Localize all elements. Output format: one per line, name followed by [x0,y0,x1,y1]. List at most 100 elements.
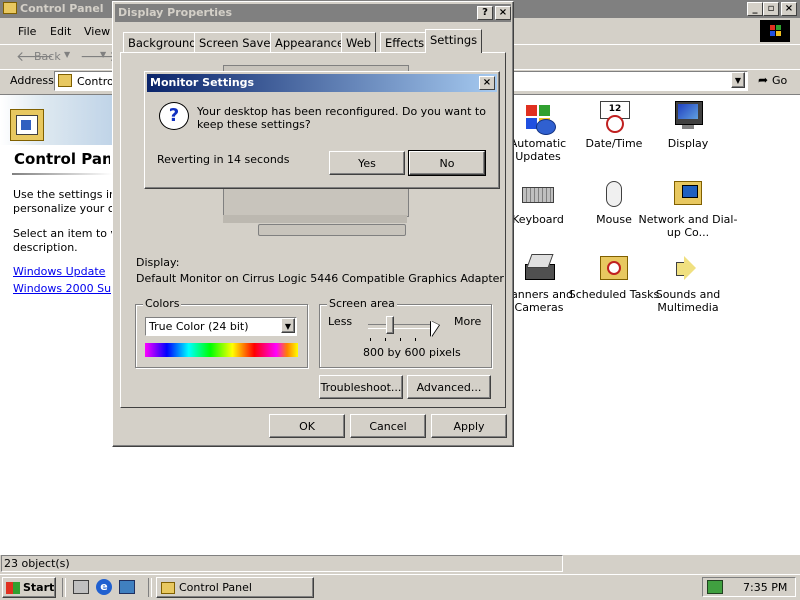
icon-label: Sounds and Multimedia [655,288,721,314]
status-bar: 23 object(s) [0,554,800,572]
control-panel-title: Control Panel [20,2,104,15]
tab-appearance[interactable]: Appearance [270,32,350,52]
maximize-button[interactable]: ▫ [763,2,779,16]
message-text: Your desktop has been reconfigured. Do y… [197,105,486,131]
help-button[interactable]: ? [477,6,493,20]
apply-button[interactable]: Apply [431,414,507,438]
monitor-stand [258,224,406,236]
forward-dropdown-icon[interactable]: ▼ [100,50,106,59]
question-icon: ? [159,102,189,130]
display-icon [672,101,704,133]
icon-label: canners and Cameras [505,288,573,314]
display-properties-title: Display Properties [118,6,233,19]
less-label: Less [328,315,353,328]
resolution-slider-thumb[interactable] [386,316,394,334]
windows-2000-support-link[interactable]: Windows 2000 Supp [13,282,125,295]
icon-label: Keyboard [512,213,564,226]
menu-view[interactable]: View [84,25,110,38]
icon-sounds-multimedia[interactable]: Sounds and Multimedia [638,252,738,314]
address-label: Address [10,74,54,87]
go-arrow-icon[interactable]: ➦ [758,73,768,87]
left-divider [12,173,112,175]
tab-background[interactable]: Background [123,32,202,52]
icon-label: Date/Time [585,137,643,150]
menu-file[interactable]: File [18,25,36,38]
monitor-settings-title: Monitor Settings [150,76,255,89]
system-tray: 7:35 PM [702,577,796,597]
quick-launch-separator [62,578,66,597]
taskbar-separator [148,578,152,597]
icon-label: Mouse [596,213,632,226]
minimize-button[interactable]: _ [747,2,763,16]
resolution-slider-track[interactable] [368,316,434,334]
scheduled-tasks-icon [598,252,630,284]
control-panel-task-icon [161,581,175,594]
task-label: Control Panel [179,581,252,594]
status-pane: 23 object(s) [1,555,563,572]
tab-settings[interactable]: Settings [425,29,483,53]
icon-label: Display [667,137,709,150]
panel-heading: Control Panel [14,150,110,168]
colors-label: Colors [143,297,182,310]
countdown-text: Reverting in 14 seconds [157,153,290,166]
clock[interactable]: 7:35 PM [743,581,787,594]
start-button[interactable]: Start [2,577,56,598]
scanner-icon [523,252,555,284]
no-button[interactable]: No [408,150,486,176]
monitor-settings-dialog: Monitor Settings × ? Your desktop has be… [144,71,500,189]
show-desktop-icon[interactable] [73,580,89,594]
display-label: Display: [136,256,180,269]
keyboard-icon [522,177,554,209]
tab-effects[interactable]: Effects [380,32,430,52]
advanced-button[interactable]: Advanced... [407,375,491,399]
icon-label: Automatic Updates [509,137,567,163]
colors-dropdown-button[interactable]: ▼ [281,318,295,333]
colors-select[interactable]: True Color (24 bit) ▼ [145,317,297,336]
display-properties-dialog: Display Properties ? × Background Screen… [112,1,514,447]
windows-flag-icon [6,581,20,594]
monitor-settings-titlebar[interactable]: Monitor Settings × [147,74,497,92]
screen-area-label: Screen area [327,297,397,310]
yes-button[interactable]: Yes [329,151,405,175]
menu-edit[interactable]: Edit [50,25,71,38]
taskbar-control-panel-button[interactable]: Control Panel [156,577,314,598]
back-dropdown-icon[interactable]: ▼ [64,50,70,59]
start-label: Start [23,581,55,594]
troubleshoot-button[interactable]: Troubleshoot... [319,375,403,399]
tab-screen-saver[interactable]: Screen Saver [194,32,281,52]
close-button[interactable]: × [781,2,797,16]
address-dropdown-button[interactable]: ▼ [731,72,745,88]
control-panel-small-icon [58,74,72,87]
slider-ticks [370,338,430,341]
display-properties-titlebar[interactable]: Display Properties ? × [115,4,511,22]
windows-logo-icon [760,20,790,42]
message-close-button[interactable]: × [479,76,495,90]
go-button[interactable]: Go [772,74,787,87]
colors-groupbox [135,304,308,368]
panel-description-2a: Select an item to vie [13,227,127,240]
windows-update-link[interactable]: Windows Update [13,265,105,278]
network-tray-icon[interactable] [707,580,723,594]
panel-description-2b: description. [13,241,78,254]
internet-explorer-icon[interactable]: e [96,579,112,595]
cancel-button[interactable]: Cancel [350,414,426,438]
outlook-express-icon[interactable] [119,580,135,594]
dialog-close-button[interactable]: × [495,6,511,20]
automatic-updates-icon [522,101,556,135]
folder-icon [3,2,17,14]
more-label: More [454,315,482,328]
panel-description-1a: Use the settings in C [13,188,128,201]
icon-label: Network and Dial-up Co... [638,213,738,239]
back-button-label[interactable]: Back [34,50,61,63]
ok-button[interactable]: OK [269,414,345,438]
taskbar: Start e Control Panel 7:35 PM [0,574,800,600]
icon-display[interactable]: Display [638,101,738,150]
status-text: 23 object(s) [4,557,70,570]
tab-web[interactable]: Web [341,32,377,52]
panel-description-1b: personalize your con [13,202,128,215]
mouse-icon [598,177,630,209]
sounds-icon [672,252,704,284]
icon-network[interactable]: Network and Dial-up Co... [638,177,738,239]
display-adapter-text: Default Monitor on Cirrus Logic 5446 Com… [136,272,504,285]
control-panel-large-icon [10,109,44,141]
